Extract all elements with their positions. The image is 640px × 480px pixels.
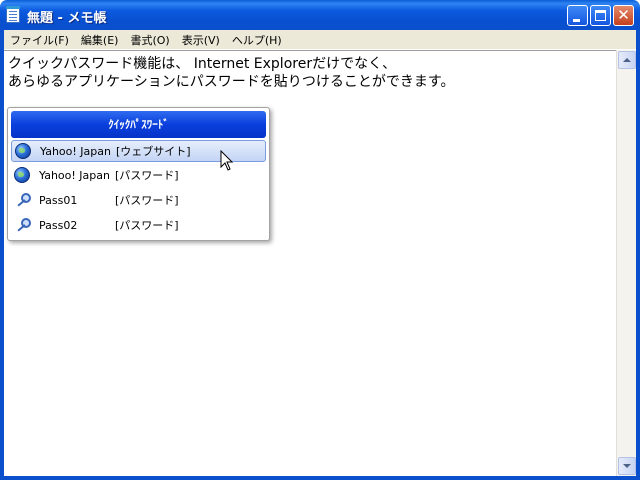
item-type: [ウェブサイト] [116,145,191,158]
editor-line-1: クイックパスワード機能は、 Internet Explorerだけでなく、 [8,56,397,72]
key-icon [14,217,31,233]
vertical-scrollbar[interactable] [616,50,636,476]
item-name: Yahoo! Japan [40,144,111,158]
globe-icon [14,167,30,183]
close-button[interactable]: ✕ [613,5,634,26]
close-icon: ✕ [617,6,630,24]
arrow-up-icon [623,58,631,62]
notepad-icon[interactable] [6,6,20,23]
item-type: [パスワード] [115,194,179,207]
editor-line-2: あらゆるアプリケーションにパスワードを貼りつけることができます。 [8,74,455,90]
scroll-up-button[interactable] [618,51,636,69]
scroll-down-button[interactable] [618,457,636,475]
item-type: [パスワード] [115,219,179,232]
menu-view[interactable]: 表示(V) [176,32,226,48]
item-name: Pass02 [39,218,78,232]
maximize-button[interactable] [590,5,611,26]
title-bar[interactable]: 無題 - メモ帳 ✕ [0,0,640,30]
quick-password-item[interactable]: Pass02 [パスワード] [11,214,266,236]
arrow-down-icon [623,464,631,468]
maximize-icon [595,10,606,21]
item-name: Yahoo! Japan [39,168,110,182]
quick-password-item[interactable]: Pass01 [パスワード] [11,189,266,211]
minimize-button[interactable] [567,5,588,26]
window-frame-right [636,30,640,480]
minimize-icon [573,19,580,22]
window-frame-bottom [0,476,640,480]
menu-format[interactable]: 書式(O) [124,32,175,48]
menu-bar: ファイル(F) 編集(E) 書式(O) 表示(V) ヘルプ(H) [4,30,636,49]
menu-help[interactable]: ヘルプ(H) [226,32,288,48]
item-name: Pass01 [39,193,78,207]
quick-password-title: ｸｲｯｸﾊﾟｽﾜｰﾄﾞ [11,111,266,138]
menu-edit[interactable]: 編集(E) [75,32,125,48]
mouse-cursor-icon [220,150,234,171]
key-icon [14,192,31,208]
menu-file[interactable]: ファイル(F) [4,32,75,48]
quick-password-popup: ｸｲｯｸﾊﾟｽﾜｰﾄﾞ Yahoo! Japan [ウェブサイト] Yahoo!… [7,107,270,241]
globe-icon [15,143,31,159]
window-title: 無題 - メモ帳 [27,11,107,26]
item-type: [パスワード] [115,169,179,182]
